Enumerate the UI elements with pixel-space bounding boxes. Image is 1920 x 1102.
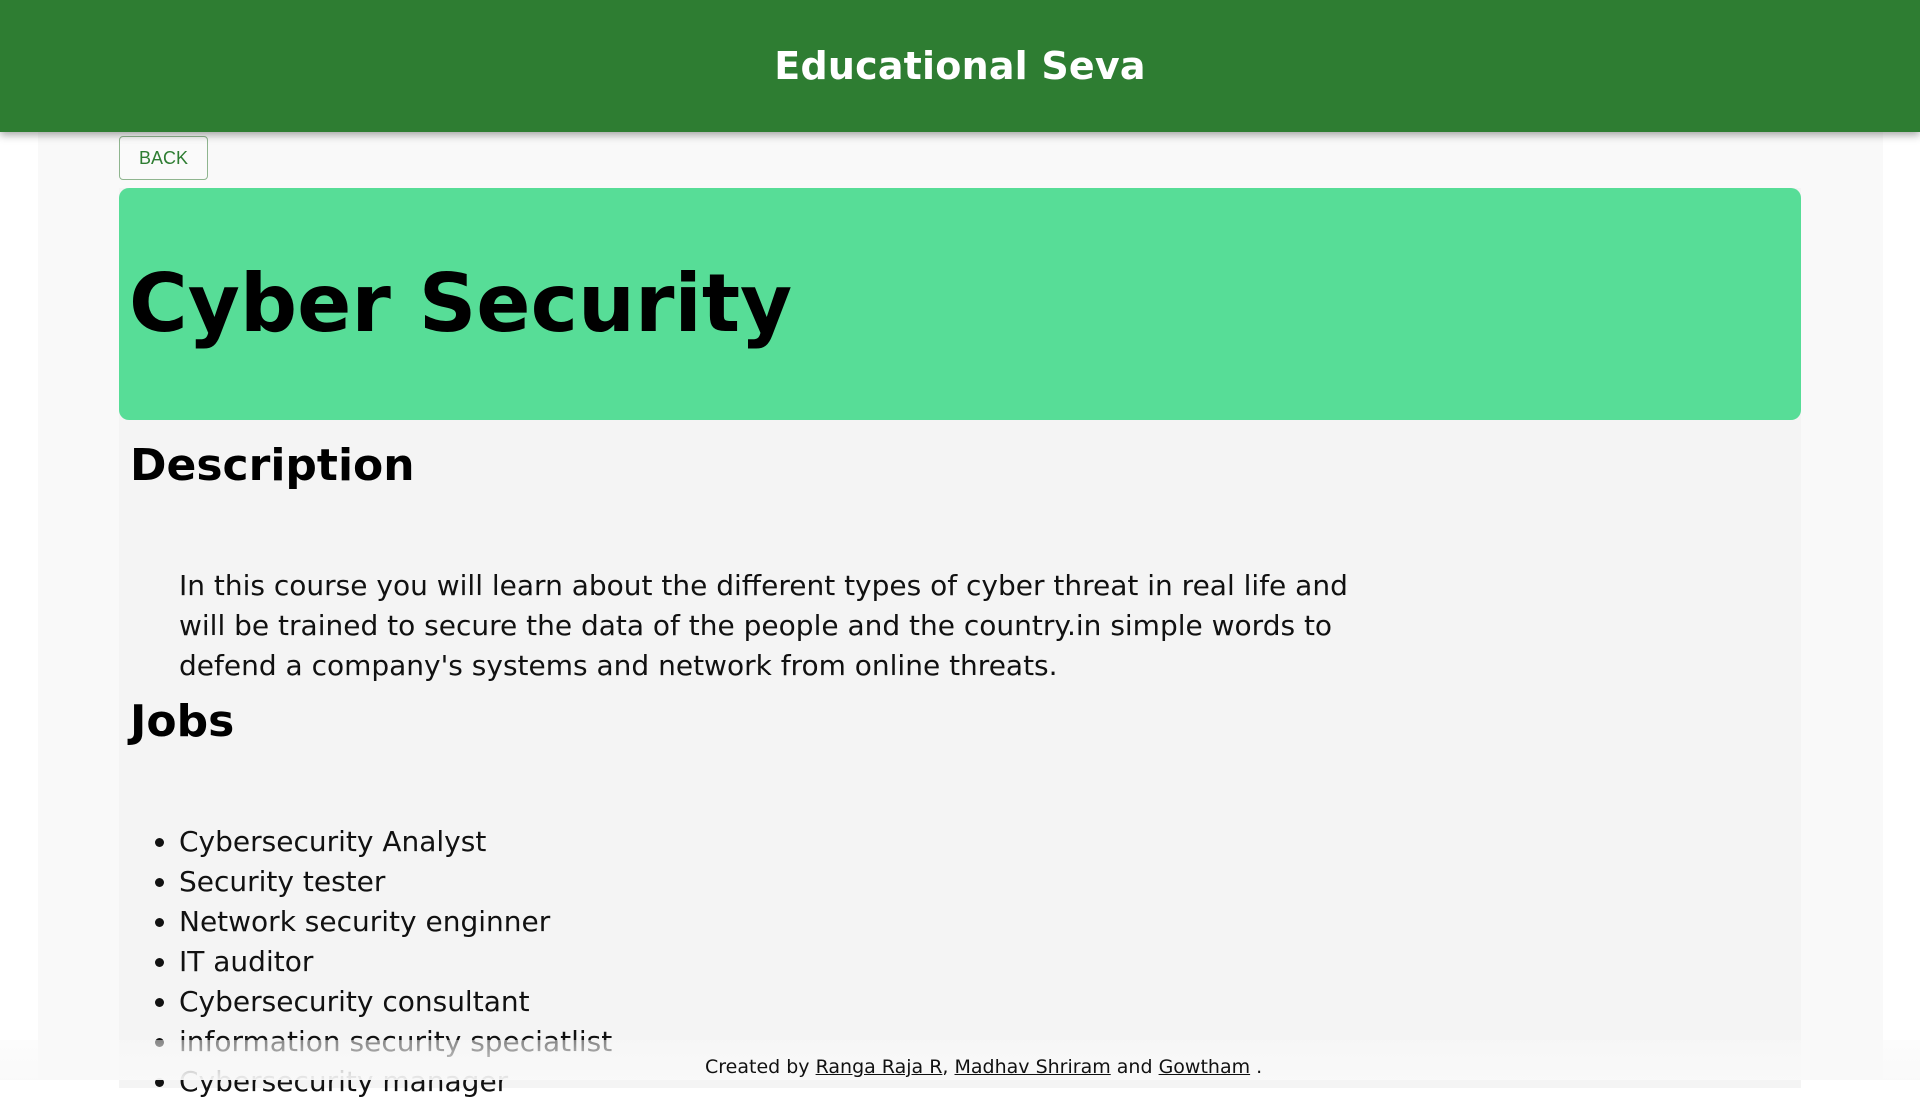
back-button[interactable]: BACK xyxy=(119,136,208,180)
footer-sep: , xyxy=(942,1056,949,1078)
list-item: Security tester xyxy=(179,862,612,902)
app-title: Educational Seva xyxy=(774,44,1146,88)
description-text: In this course you will learn about the … xyxy=(179,569,1348,682)
description-heading: Description xyxy=(130,440,415,491)
course-panel: Cyber Security Description In this cours… xyxy=(119,188,1801,1098)
list-item: IT auditor xyxy=(179,942,612,982)
author-link[interactable]: Gowtham xyxy=(1159,1056,1251,1078)
page-container: BACK Cyber Security Description In this … xyxy=(38,132,1883,1098)
list-item: Network security enginner xyxy=(179,902,612,942)
course-hero: Cyber Security xyxy=(119,188,1801,420)
author-link[interactable]: Madhav Shriram xyxy=(955,1056,1111,1078)
author-link[interactable]: Ranga Raja R xyxy=(816,1056,943,1078)
footer-and: and xyxy=(1116,1056,1153,1078)
footer-prefix: Created by xyxy=(705,1056,810,1078)
footer: Created by Ranga Raja R, Madhav Shriram … xyxy=(0,1040,1920,1080)
jobs-heading: Jobs xyxy=(130,696,235,747)
list-item: Cybersecurity Analyst xyxy=(179,822,612,862)
course-title: Cyber Security xyxy=(129,257,793,350)
footer-credits: Created by Ranga Raja R, Madhav Shriram … xyxy=(705,1056,1262,1078)
app-header: Educational Seva xyxy=(0,0,1920,132)
footer-end: . xyxy=(1256,1056,1263,1078)
list-item: Cybersecurity consultant xyxy=(179,982,612,1022)
